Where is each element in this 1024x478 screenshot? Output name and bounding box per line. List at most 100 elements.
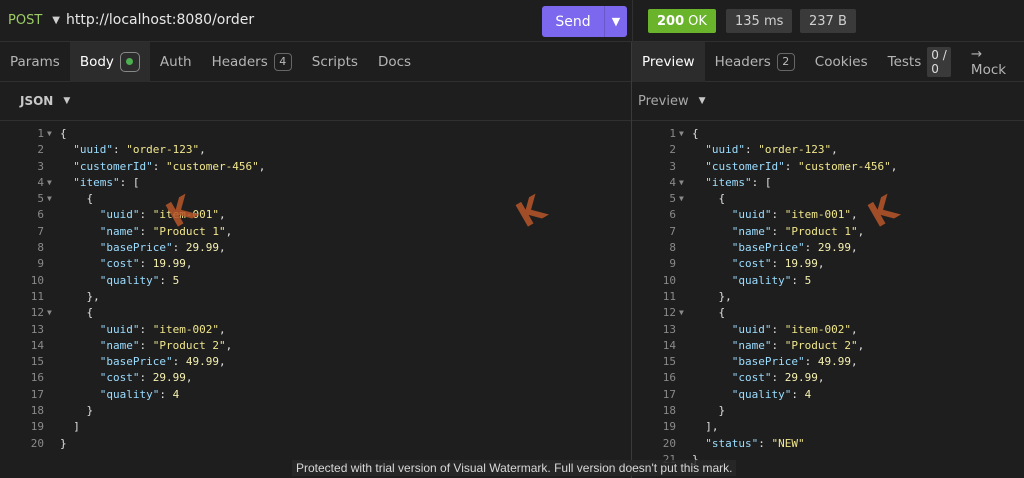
code-text: "name": "Product 2", (99, 338, 233, 352)
method-selector[interactable]: POST ▼ (8, 13, 60, 28)
fold-toggle-icon[interactable]: ▼ (47, 126, 52, 142)
caret-down-icon: ▼ (52, 15, 60, 26)
line-number: 19 (30, 420, 44, 434)
line-number: 12 (662, 306, 676, 320)
line-number: 9 (669, 257, 676, 271)
tab-mock-label: → Mock (970, 45, 1007, 78)
response-code-line: 4 ▼ "items": [ (632, 175, 1024, 191)
url-input[interactable]: http://localhost:8080/order (66, 12, 254, 28)
line-number: 17 (662, 387, 676, 401)
tab-docs[interactable]: Docs (368, 42, 421, 82)
line-number: 18 (30, 404, 44, 418)
response-code-line: 10 "quality": 5 (632, 273, 1024, 289)
response-code-line: 2 "uuid": "order-123", (632, 142, 1024, 158)
code-text: "uuid": "order-123", (705, 143, 838, 157)
line-number: 7 (669, 224, 676, 238)
line-number: 5 (37, 192, 44, 206)
send-options-caret-icon[interactable]: ▼ (604, 6, 627, 37)
request-body-editor[interactable]: 1 ▼{2 "uuid": "order-123", 3 "customerId":… (0, 126, 631, 452)
code-text: "quality": 5 (99, 273, 180, 287)
tests-count-badge: 0 / 0 (927, 46, 951, 77)
code-text: "name": "Product 1", (99, 224, 233, 238)
line-number: 13 (662, 322, 676, 336)
code-text: { (60, 306, 94, 320)
response-code-line: 17 "quality": 4 (632, 387, 1024, 403)
request-tabs: Params Body Auth Headers 4 Scripts Docs (0, 41, 631, 82)
line-number: 9 (37, 257, 44, 271)
line-number: 3 (37, 159, 44, 173)
send-button[interactable]: Send ▼ (542, 6, 627, 37)
tab-scripts[interactable]: Scripts (302, 42, 368, 82)
response-code-line: 19 ], (632, 419, 1024, 435)
tab-body-label: Body (79, 53, 114, 70)
tab-headers[interactable]: Headers 4 (202, 42, 302, 82)
tab-params[interactable]: Params (0, 42, 70, 82)
preview-mode-select[interactable]: Preview (638, 94, 689, 109)
line-number: 14 (30, 338, 44, 352)
code-text: { (60, 192, 94, 206)
fold-toggle-icon[interactable]: ▼ (679, 175, 684, 191)
line-number: 2 (669, 143, 676, 157)
line-number: 4 (37, 175, 44, 189)
request-code-line: 1 ▼ { (0, 126, 631, 142)
tab-cookies[interactable]: Cookies (805, 42, 878, 82)
request-bar: POST ▼ http://localhost:8080/order Send … (0, 0, 1024, 42)
fold-toggle-icon[interactable]: ▼ (47, 305, 52, 321)
code-text: "cost": 29.99, (99, 371, 193, 385)
headers-count-badge: 4 (273, 52, 292, 71)
fold-toggle-icon[interactable]: ▼ (679, 126, 684, 142)
response-code-line: 13 "uuid": "item-002", (632, 322, 1024, 338)
code-text: "uuid": "item-002", (731, 322, 858, 336)
body-format-select[interactable]: JSON (20, 94, 53, 108)
request-code-line: 2 "uuid": "order-123", (0, 142, 631, 158)
fold-toggle-icon[interactable]: ▼ (47, 175, 52, 191)
line-number: 14 (662, 338, 676, 352)
caret-down-icon[interactable]: ▼ (699, 96, 706, 106)
tab-tests[interactable]: Tests 0 / 0 (878, 42, 961, 82)
code-text: "uuid": "order-123", (73, 143, 206, 157)
line-number: 15 (30, 355, 44, 369)
line-number: 6 (669, 208, 676, 222)
response-time: 135 ms (726, 9, 793, 33)
response-code-line: 7 "name": "Product 1", (632, 224, 1024, 240)
code-text: "quality": 4 (731, 387, 812, 401)
status-badge: 200 OK (648, 9, 716, 33)
code-text: "cost": 19.99, (731, 257, 825, 271)
code-text: } (60, 436, 67, 450)
line-number: 11 (30, 289, 44, 303)
fold-toggle-icon[interactable]: ▼ (679, 191, 684, 207)
method-label: POST (8, 13, 43, 28)
response-body-viewer: 1 ▼{2 "uuid": "order-123", 3 "customerId":… (632, 126, 1024, 468)
code-text: "quality": 5 (731, 273, 812, 287)
body-indicator-icon (119, 51, 140, 72)
line-number: 12 (30, 306, 44, 320)
response-code-line: 5 ▼ { (632, 191, 1024, 207)
tab-response-headers[interactable]: Headers 2 (705, 42, 805, 82)
status-code: 200 (657, 13, 685, 29)
tab-mock[interactable]: → Mock (961, 42, 1024, 82)
line-number: 6 (37, 208, 44, 222)
response-code-line: 14 "name": "Product 2", (632, 338, 1024, 354)
line-number: 18 (662, 404, 676, 418)
line-number: 17 (30, 387, 44, 401)
tab-params-label: Params (10, 53, 60, 70)
line-number: 20 (30, 436, 44, 450)
top-divider (632, 0, 633, 42)
response-headers-count-badge: 2 (776, 52, 795, 71)
code-text: } (60, 404, 94, 418)
request-code-line: 14 "name": "Product 2", (0, 338, 631, 354)
tab-auth[interactable]: Auth (150, 42, 202, 82)
code-text: "cost": 29.99, (731, 371, 825, 385)
line-number: 8 (37, 241, 44, 255)
fold-toggle-icon[interactable]: ▼ (679, 305, 684, 321)
request-code-line: 3 "customerId": "customer-456", (0, 159, 631, 175)
caret-down-icon[interactable]: ▼ (63, 96, 70, 106)
fold-toggle-icon[interactable]: ▼ (47, 191, 52, 207)
tab-preview-label: Preview (642, 53, 695, 70)
line-number: 15 (662, 355, 676, 369)
tab-body[interactable]: Body (69, 41, 150, 82)
request-code-line: 4 ▼ "items": [ (0, 175, 631, 191)
line-number: 13 (30, 322, 44, 336)
tab-preview[interactable]: Preview (632, 41, 705, 82)
line-number: 8 (669, 241, 676, 255)
